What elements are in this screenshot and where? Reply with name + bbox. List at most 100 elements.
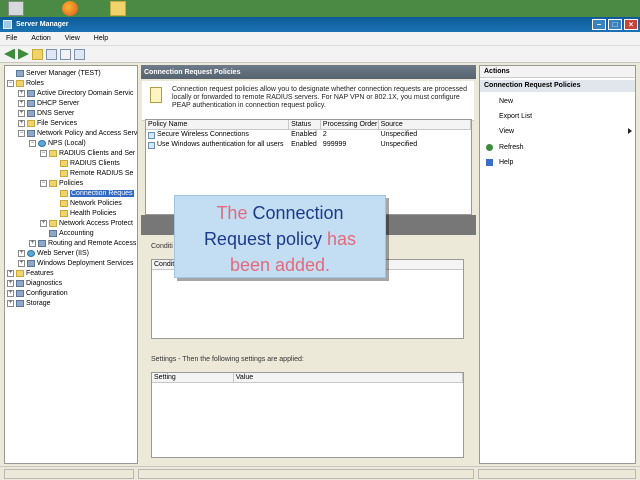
tree-item[interactable]: + Active Directory Domain Servic [18,88,133,98]
navigation-tree[interactable]: Server Manager (TEST) − Roles + Active Direc… [4,65,138,464]
expand-toggle-icon[interactable]: + [7,269,14,277]
submenu-arrow-icon [628,128,632,134]
expand-toggle-icon[interactable]: + [7,289,14,297]
action-export-list[interactable]: Export List [480,111,635,122]
tree-item[interactable]: + Storage [7,298,51,308]
col-policy-name[interactable]: Policy Name [146,120,290,129]
settings-list[interactable]: Setting Value [151,372,464,458]
table-cell-text: 2 [322,131,327,138]
action-help[interactable]: Help [480,157,635,168]
tree-item[interactable]: − Network Policy and Access Serv [18,128,137,138]
expand-toggle-icon[interactable]: + [7,299,14,307]
tree-item-label: Accounting [59,229,94,237]
expand-toggle-icon[interactable]: − [7,79,14,87]
col-processing-order[interactable]: Processing Order [321,120,379,129]
tutorial-callout: The Connection Request policy has been a… [174,195,386,278]
tree-item[interactable]: + Routing and Remote Access [29,238,136,248]
folder-icon[interactable] [110,1,126,16]
tree-item[interactable]: Accounting [40,228,94,238]
tree-item-label: Remote RADIUS Se [70,169,134,177]
properties-icon[interactable] [74,48,85,60]
tree-item[interactable]: Network Policies [51,198,122,208]
action-view-label: View [499,128,515,135]
col-setting[interactable]: Setting [152,373,234,382]
description-text: Connection request policies allow you to… [172,86,467,109]
maximize-button[interactable]: □ [608,19,622,30]
tree-item[interactable]: − NPS (Local) [29,138,86,148]
tree-item[interactable]: + Configuration [7,288,68,298]
firefox-icon[interactable] [62,1,78,16]
tree-item[interactable]: − Roles [7,78,44,88]
action-new[interactable]: New [480,96,635,107]
tree-item[interactable]: Health Policies [51,208,116,218]
computer-icon[interactable] [8,1,24,16]
server-icon [16,279,24,287]
expand-toggle-icon[interactable]: + [18,99,25,107]
tree-item[interactable]: + DNS Server [18,108,74,118]
action-view[interactable]: View [480,126,635,137]
menu-help[interactable]: Help [94,35,108,42]
server-icon [16,289,24,297]
policy-list-header: Policy Name Status Processing Order Sour… [146,120,471,130]
back-icon[interactable] [4,48,15,60]
menu-file[interactable]: File [6,35,17,42]
forward-icon[interactable] [18,48,29,60]
help-icon[interactable] [60,48,71,60]
tree-item[interactable]: + Windows Deployment Services [18,258,133,268]
tree-item[interactable]: + Diagnostics [7,278,62,288]
action-refresh[interactable]: Refresh [480,142,635,153]
refresh-icon [486,144,493,151]
tree-item[interactable]: − Policies [40,178,83,188]
expand-toggle-icon[interactable]: + [40,219,47,227]
expand-toggle-icon[interactable]: + [18,109,25,117]
tree-item[interactable]: + Network Access Protect [40,218,133,228]
help-icon [486,159,493,166]
status-segment-2 [138,469,474,479]
expand-toggle-icon[interactable]: + [7,279,14,287]
show-hide-tree-icon[interactable] [46,48,57,60]
expand-toggle-icon[interactable]: + [18,89,25,97]
tree-item[interactable]: + File Services [18,118,77,128]
action-help-label: Help [499,159,514,166]
close-button[interactable]: × [624,19,638,30]
tree-item[interactable]: Server Manager (TEST) [7,68,101,78]
server-manager-icon [3,20,12,29]
title-bar[interactable]: Server Manager – □ × [0,17,640,32]
expand-toggle-icon[interactable]: + [29,239,36,247]
action-refresh-label: Refresh [499,144,524,151]
col-source[interactable]: Source [379,120,471,129]
toolbar [0,46,640,63]
actions-subheader[interactable]: Connection Request Policies [480,80,635,92]
minimize-button[interactable]: – [592,19,606,30]
table-cell-text: Unspecified [380,131,418,138]
policy-icon [148,131,155,139]
tree-item[interactable]: + Web Server (IIS) [18,248,89,258]
expand-toggle-icon[interactable]: + [18,119,25,127]
tree-item[interactable]: Connection Reques [51,188,134,198]
tree-item-label: Network Policy and Access Serv [37,129,138,137]
tree-item[interactable]: + Features [7,268,54,278]
expand-toggle-icon[interactable]: − [29,139,36,147]
table-cell: Unspecified [379,140,471,150]
tree-item-label: RADIUS Clients [70,159,120,167]
table-row[interactable]: Use Windows authentication for all users… [146,140,471,150]
menu-view[interactable]: View [65,35,80,42]
tree-item[interactable]: RADIUS Clients [51,158,120,168]
expand-toggle-icon[interactable]: + [18,249,25,257]
up-folder-icon[interactable] [32,48,43,60]
tree-item[interactable]: + DHCP Server [18,98,79,108]
folder-icon [16,269,24,277]
col-status[interactable]: Status [289,120,321,129]
col-value[interactable]: Value [234,373,463,382]
expand-toggle-icon[interactable]: − [40,179,47,187]
tree-item-label: File Services [37,119,78,127]
table-row[interactable]: Secure Wireless Connections Enabled 2 Unspe… [146,130,471,140]
expand-toggle-icon[interactable]: − [18,129,25,137]
expand-toggle-icon[interactable]: + [18,259,25,267]
tree-item[interactable]: − RADIUS Clients and Ser [40,148,135,158]
window-title: Server Manager [16,21,69,28]
table-cell: Unspecified [379,130,471,140]
menu-action[interactable]: Action [31,35,50,42]
tree-item[interactable]: Remote RADIUS Se [51,168,133,178]
expand-toggle-icon[interactable]: − [40,149,47,157]
